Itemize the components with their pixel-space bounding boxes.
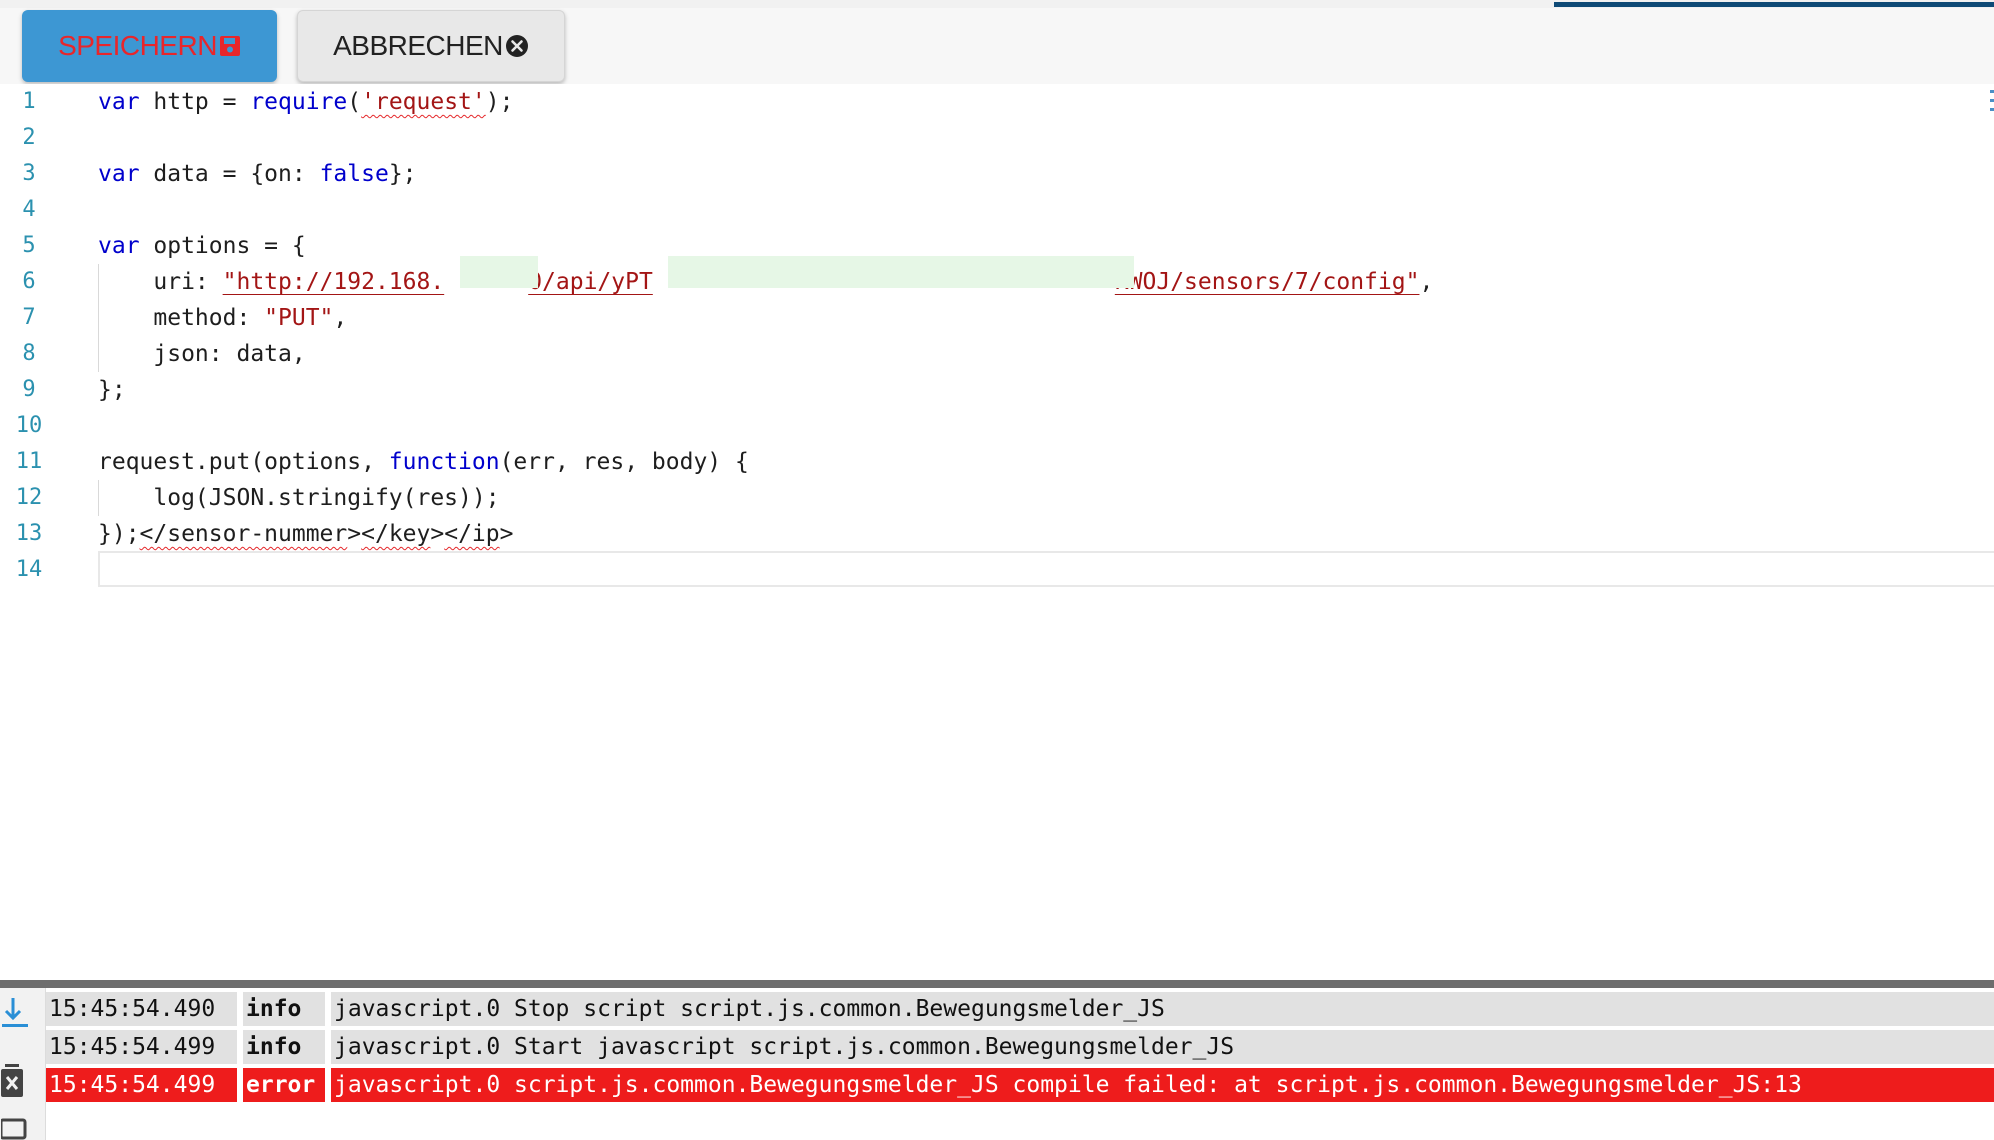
token-text: uri: [98,269,223,295]
token-tag: </ip [444,521,500,547]
code-line[interactable]: var data = {on: false}; [98,156,417,192]
token-keyword: var [98,89,140,115]
log-panel: 15:45:54.490 info javascript.0 Stop scri… [0,988,1994,1140]
line-number: 1 [22,89,36,114]
token-string: 0/api/yPT [528,269,653,295]
token-tag: </sensor-nummer [139,521,348,547]
token-text: > [347,521,362,547]
code-editor[interactable]: 1 2 3 4 5 6 7 8 9 10 11 12 13 14 var htt… [0,84,1994,980]
token-text: options = { [139,233,306,259]
token-text: }); [98,521,140,547]
scroll-down-icon[interactable] [0,996,30,1030]
token-keyword: var [98,161,140,187]
token-string: KWOJ/sensors/7/config" [1114,269,1420,295]
code-line[interactable]: }; [98,372,126,408]
code-line[interactable]: var options = { [98,228,306,264]
log-time: 15:45:54.499 [46,1030,237,1064]
token-string: "http://192.168. [222,269,445,295]
code-line[interactable]: method: "PUT", [98,300,347,336]
log-message: javascript.0 Start javascript script.js.… [331,1030,1994,1064]
line-number: 14 [15,557,43,582]
panel-resize-handle[interactable] [0,980,1994,988]
token-keyword: var [98,233,140,259]
code-line[interactable]: var http = require('request'); [98,84,513,120]
token-text: ( [347,89,362,115]
log-row[interactable]: 15:45:54.499 info javascript.0 Start jav… [46,1030,1994,1064]
token-text: , [333,305,348,331]
line-number: 10 [15,413,43,438]
active-line[interactable] [98,551,1994,587]
close-circle-icon [505,34,529,58]
editor-toolbar: SPEICHERN ABBRECHEN [0,8,1994,84]
token-text: data = {on: [139,161,320,187]
code-line[interactable]: log(JSON.stringify(res)); [98,480,499,516]
line-number: 4 [22,197,36,222]
line-number: 3 [22,161,36,186]
redaction-box [460,256,538,288]
token-text: , [1419,269,1434,295]
line-number: 12 [15,485,43,510]
log-level: info [243,1030,325,1064]
token-string: "PUT" [264,305,334,331]
code-line[interactable]: json: data, [98,336,305,372]
log-time: 15:45:54.490 [46,992,237,1026]
log-level: error [243,1068,325,1102]
log-time: 15:45:54.499 [46,1068,237,1102]
line-number: 11 [15,449,43,474]
line-number: 2 [22,125,36,150]
token-string: 'request' [361,89,486,115]
line-number: 5 [22,233,36,258]
token-text: (err, res, body) { [499,449,749,475]
loading-progress-bar [1554,2,1994,7]
cancel-button-label: ABBRECHEN [333,30,503,61]
line-number: 6 [22,269,36,294]
token-text: http = [139,89,251,115]
log-row-error[interactable]: 15:45:54.499 error javascript.0 script.j… [46,1068,1994,1102]
token-text: > [499,521,514,547]
log-message: javascript.0 script.js.common.Bewegungsm… [331,1068,1994,1102]
clear-log-icon[interactable] [0,1064,26,1098]
log-level: info [243,992,325,1026]
token-text: }; [388,161,417,187]
token-keyword: false [319,161,389,187]
line-number: 8 [22,341,36,366]
line-number: 9 [22,377,36,402]
token-text: ); [485,89,514,115]
save-button[interactable]: SPEICHERN [22,10,277,82]
code-line[interactable]: });</sensor-nummer></key></ip> [98,516,513,552]
log-message: javascript.0 Stop script script.js.commo… [331,992,1994,1026]
copy-log-icon[interactable] [0,1112,30,1140]
token-text: request.put(options, [98,449,389,475]
log-row[interactable]: 15:45:54.490 info javascript.0 Stop scri… [46,992,1994,1026]
token-keyword: function [388,449,500,475]
line-number: 13 [15,521,43,546]
token-text: method: [98,305,265,331]
token-text: > [430,521,445,547]
token-function: require [250,89,348,115]
redaction-box [668,256,1134,288]
floppy-disk-icon [219,35,241,57]
code-line[interactable]: request.put(options, function(err, res, … [98,444,749,480]
line-number: 7 [22,305,36,330]
overview-ruler[interactable] [1988,84,1994,144]
log-sidebar [0,988,46,1140]
save-button-label: SPEICHERN [58,30,217,61]
token-tag: </key [361,521,431,547]
cancel-button[interactable]: ABBRECHEN [297,10,565,82]
